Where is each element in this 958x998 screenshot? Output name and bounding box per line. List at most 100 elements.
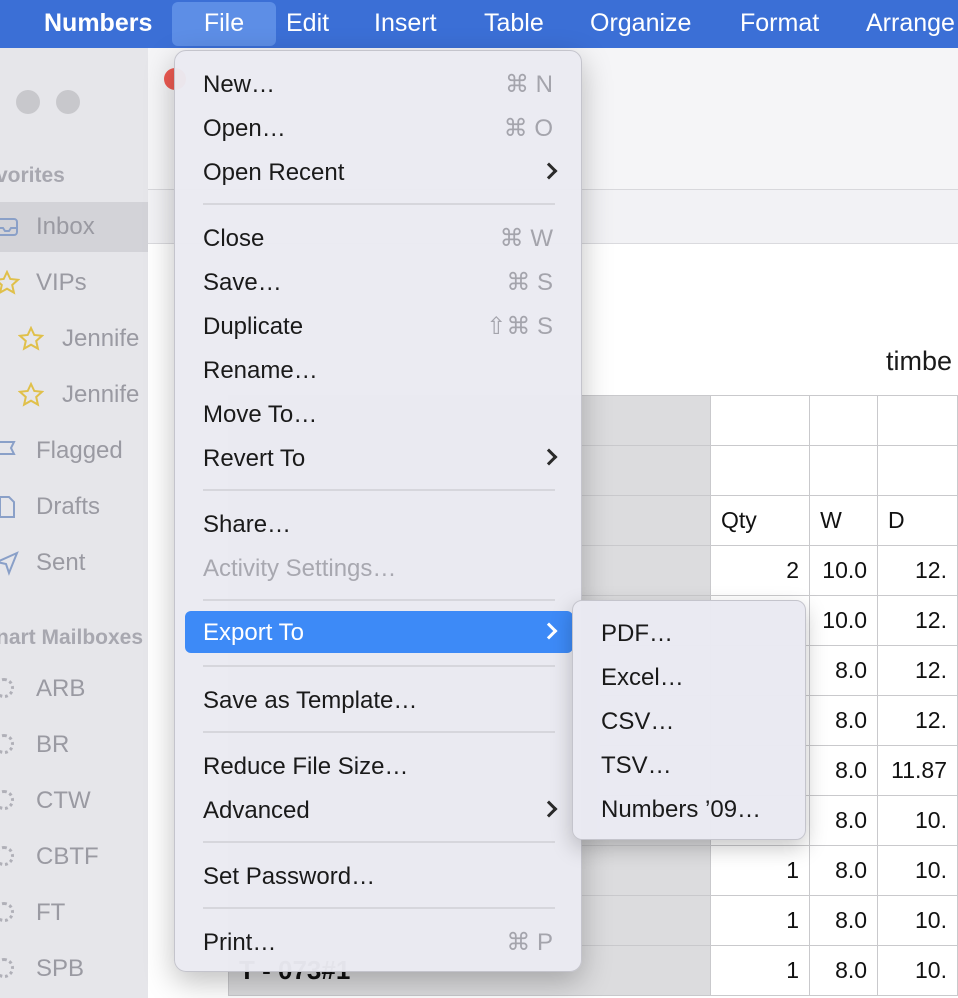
- menu-item-save-as-template[interactable]: Save as Template…: [185, 679, 573, 721]
- sidebar-item-label: Inbox: [36, 213, 95, 240]
- gear-icon: [0, 734, 14, 754]
- menu-item-open[interactable]: Open… ⌘ O: [185, 107, 573, 149]
- menu-item-label: Print…: [203, 929, 277, 956]
- menu-item-advanced[interactable]: Advanced: [185, 789, 573, 831]
- sidebar-item-spb[interactable]: SPB: [0, 944, 148, 994]
- menu-separator: [203, 665, 555, 667]
- sidebar-item-br[interactable]: BR: [0, 720, 148, 770]
- chevron-right-icon: [540, 622, 558, 640]
- menu-item-duplicate[interactable]: Duplicate ⇧⌘ S: [185, 305, 573, 347]
- export-csv[interactable]: CSV…: [581, 701, 799, 743]
- width-cell[interactable]: 8.0: [809, 645, 879, 696]
- export-numbers-09[interactable]: Numbers ’09…: [581, 789, 799, 831]
- depth-cell[interactable]: 10.: [877, 845, 958, 896]
- menu-separator: [203, 203, 555, 205]
- menu-item-label: Excel…: [601, 664, 684, 691]
- column-header-w[interactable]: W: [809, 495, 879, 546]
- sidebar-item-cbtf[interactable]: CBTF: [0, 832, 148, 882]
- menu-table[interactable]: Table: [484, 0, 544, 48]
- menu-item-new[interactable]: New… ⌘ N: [185, 63, 573, 105]
- menu-item-label: Duplicate: [203, 313, 304, 340]
- table-cell[interactable]: [877, 395, 958, 446]
- menu-file[interactable]: File: [172, 2, 276, 46]
- depth-cell[interactable]: 12.: [877, 595, 958, 646]
- inbox-icon: [0, 218, 18, 236]
- table-cell[interactable]: [877, 445, 958, 496]
- table-cell[interactable]: [809, 395, 879, 446]
- depth-cell[interactable]: 10.: [877, 895, 958, 946]
- zoom-button[interactable]: [56, 90, 80, 114]
- menu-item-share[interactable]: Share…: [185, 503, 573, 545]
- chevron-right-icon: [540, 162, 558, 180]
- qty-cell[interactable]: 1: [709, 895, 811, 946]
- depth-cell[interactable]: 12.: [877, 695, 958, 746]
- menu-item-label: Share…: [203, 511, 292, 538]
- column-header-qty[interactable]: Qty: [709, 495, 811, 546]
- gear-icon: [0, 846, 14, 866]
- sidebar-item-ctw[interactable]: CTW: [0, 776, 148, 826]
- table-cell[interactable]: [709, 445, 811, 496]
- menu-edit[interactable]: Edit: [286, 0, 329, 48]
- menu-item-label: Save…: [203, 269, 282, 296]
- menu-item-print[interactable]: Print… ⌘ P: [185, 921, 573, 963]
- menu-item-reduce-file-size[interactable]: Reduce File Size…: [185, 745, 573, 787]
- sidebar-item-drafts[interactable]: Drafts: [0, 482, 148, 532]
- menu-separator: [203, 599, 555, 601]
- menu-organize[interactable]: Organize: [590, 0, 691, 48]
- menu-item-save[interactable]: Save… ⌘ S: [185, 261, 573, 303]
- width-cell[interactable]: 10.0: [809, 545, 879, 596]
- sidebar-item-label: VIPs: [36, 269, 87, 296]
- sidebar-item-sent[interactable]: Sent: [0, 538, 148, 588]
- paper-plane-icon: [0, 551, 19, 576]
- sidebar-item-inbox[interactable]: Inbox: [0, 202, 148, 252]
- sidebar-item-flagged[interactable]: Flagged: [0, 426, 148, 476]
- table-cell[interactable]: [809, 445, 879, 496]
- qty-cell[interactable]: 1: [709, 945, 811, 996]
- depth-cell[interactable]: 10.: [877, 795, 958, 846]
- export-excel[interactable]: Excel…: [581, 657, 799, 699]
- menu-item-rename[interactable]: Rename…: [185, 349, 573, 391]
- width-cell[interactable]: 8.0: [809, 945, 879, 996]
- width-cell[interactable]: 8.0: [809, 895, 879, 946]
- table-cell[interactable]: [709, 395, 811, 446]
- depth-cell[interactable]: 12.: [877, 645, 958, 696]
- export-pdf[interactable]: PDF…: [581, 613, 799, 655]
- menu-item-close[interactable]: Close ⌘ W: [185, 217, 573, 259]
- gear-icon: [0, 678, 14, 698]
- chevron-right-icon: [540, 800, 558, 818]
- menu-separator: [203, 841, 555, 843]
- menu-arrange[interactable]: Arrange: [866, 0, 955, 48]
- qty-cell[interactable]: 2: [709, 545, 811, 596]
- depth-cell[interactable]: 11.87: [877, 745, 958, 796]
- menu-app-numbers[interactable]: Numbers: [44, 0, 152, 48]
- export-tsv[interactable]: TSV…: [581, 745, 799, 787]
- shortcut-label: ⌘ O: [503, 115, 553, 142]
- depth-cell[interactable]: 10.: [877, 945, 958, 996]
- sidebar-item-label: Flagged: [36, 437, 123, 464]
- sidebar-item-vips[interactable]: VIPs: [0, 258, 148, 308]
- menu-format[interactable]: Format: [740, 0, 819, 48]
- menu-bar: ‹ Numbers File Edit Insert Table Organiz…: [0, 0, 958, 48]
- sidebar-item-ft[interactable]: FT: [0, 888, 148, 938]
- menu-insert[interactable]: Insert: [374, 0, 437, 48]
- sidebar-item-arb[interactable]: ARB: [0, 664, 148, 714]
- menu-item-label: Advanced: [203, 797, 310, 824]
- favorites-header: vorites: [0, 164, 65, 187]
- menu-item-move-to[interactable]: Move To…: [185, 393, 573, 435]
- menu-item-open-recent[interactable]: Open Recent: [185, 151, 573, 193]
- depth-cell[interactable]: 12.: [877, 545, 958, 596]
- width-cell[interactable]: 8.0: [809, 745, 879, 796]
- qty-cell[interactable]: 1: [709, 845, 811, 896]
- sidebar-item-vip-1[interactable]: Jennife: [0, 314, 148, 364]
- width-cell[interactable]: 10.0: [809, 595, 879, 646]
- minimize-button[interactable]: [16, 90, 40, 114]
- sidebar-item-vip-2[interactable]: Jennife: [0, 370, 148, 420]
- width-cell[interactable]: 8.0: [809, 695, 879, 746]
- column-header-d[interactable]: D: [877, 495, 958, 546]
- menu-item-revert-to[interactable]: Revert To: [185, 437, 573, 479]
- width-cell[interactable]: 8.0: [809, 845, 879, 896]
- menu-item-export-to[interactable]: Export To: [185, 611, 573, 653]
- menu-item-set-password[interactable]: Set Password…: [185, 855, 573, 897]
- shortcut-label: ⌘ W: [499, 225, 553, 252]
- width-cell[interactable]: 8.0: [809, 795, 879, 846]
